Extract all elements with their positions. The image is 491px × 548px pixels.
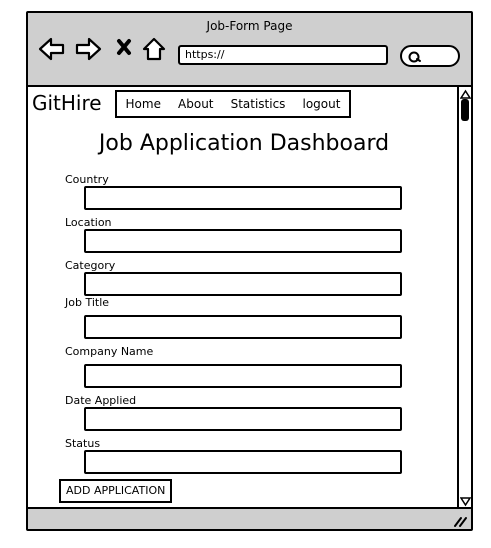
nav-home[interactable]: Home (126, 97, 161, 111)
resize-grip-icon[interactable] (453, 513, 467, 527)
main-nav: Home About Statistics logout (115, 90, 351, 118)
date-applied-input[interactable] (84, 407, 402, 431)
close-icon[interactable] (114, 35, 142, 63)
brand-logo[interactable]: GitHire (32, 91, 102, 115)
status-input[interactable] (84, 450, 402, 474)
category-input[interactable] (84, 272, 402, 296)
page-title: Job Application Dashboard (98, 131, 390, 156)
home-icon[interactable] (141, 35, 169, 63)
nav-statistics[interactable]: Statistics (231, 97, 286, 111)
search-icon (408, 51, 421, 63)
status-label: Status (65, 437, 101, 450)
browser-search-button[interactable] (400, 45, 460, 67)
country-input[interactable] (84, 186, 402, 210)
vertical-scrollbar[interactable] (457, 87, 471, 509)
add-application-button[interactable]: ADD APPLICATION (59, 479, 173, 503)
forward-arrow-icon[interactable] (74, 35, 102, 63)
location-label: Location (65, 216, 112, 229)
scroll-down-icon[interactable] (460, 497, 471, 507)
nav-about[interactable]: About (178, 97, 213, 111)
scroll-thumb[interactable] (461, 99, 469, 121)
browser-titlebar: Job-Form Page https:// (28, 13, 471, 87)
status-bar (28, 507, 471, 529)
category-label: Category (65, 259, 116, 272)
company-name-input[interactable] (84, 364, 402, 388)
url-input[interactable]: https:// (178, 45, 388, 65)
location-input[interactable] (84, 229, 402, 253)
scroll-up-icon[interactable] (460, 89, 471, 99)
url-text: https:// (185, 48, 225, 61)
company-name-label: Company Name (65, 345, 154, 358)
back-arrow-icon[interactable] (38, 35, 66, 63)
job-title-label: Job Title (65, 296, 110, 309)
browser-window: Job-Form Page https:// GitHire Home Abou… (26, 11, 473, 531)
job-title-input[interactable] (84, 315, 402, 339)
nav-logout[interactable]: logout (303, 97, 341, 111)
date-applied-label: Date Applied (65, 394, 137, 407)
window-title: Job-Form Page (206, 19, 293, 33)
country-label: Country (65, 173, 109, 186)
